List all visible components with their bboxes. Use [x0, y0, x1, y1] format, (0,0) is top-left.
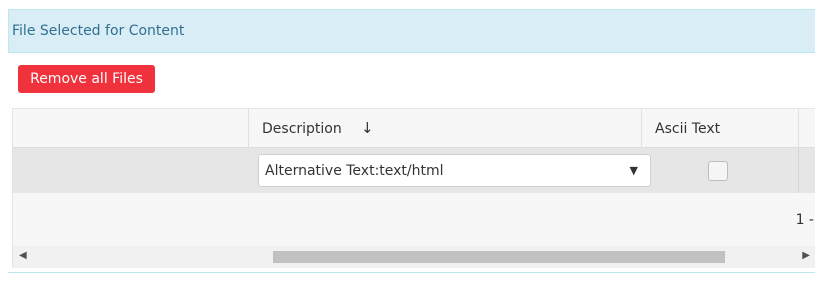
files-grid: Description ↓ Ascii Text Alternative Tex… [12, 108, 815, 268]
grid-pager: 1 - [13, 193, 815, 246]
panel-title: File Selected for Content [12, 23, 185, 39]
panel-bottom-border [8, 272, 815, 273]
sort-down-icon: ↓ [361, 119, 374, 137]
remove-all-files-button[interactable]: Remove all Files [18, 65, 155, 93]
horizontal-scrollbar[interactable]: ◀ ▶ [13, 246, 815, 268]
column-separator [798, 109, 799, 149]
ascii-text-checkbox[interactable] [708, 161, 728, 181]
description-select[interactable]: Alternative Text:text/html ▼ [258, 154, 651, 187]
description-select-value: Alternative Text:text/html [265, 163, 444, 179]
pager-info: 1 - [795, 212, 814, 228]
column-separator [248, 109, 249, 149]
scroll-left-icon[interactable]: ◀ [19, 250, 27, 261]
table-row[interactable]: Alternative Text:text/html ▼ [13, 148, 815, 193]
grid-header: Description ↓ Ascii Text [13, 108, 815, 149]
column-header-description[interactable]: Description [262, 121, 342, 137]
scroll-right-icon[interactable]: ▶ [802, 250, 810, 261]
scrollbar-thumb[interactable] [273, 251, 725, 263]
column-separator [641, 109, 642, 149]
chevron-down-icon[interactable]: ▼ [630, 164, 638, 177]
column-separator [798, 148, 799, 193]
panel-header: File Selected for Content [8, 9, 815, 53]
column-header-ascii-text[interactable]: Ascii Text [655, 121, 720, 137]
